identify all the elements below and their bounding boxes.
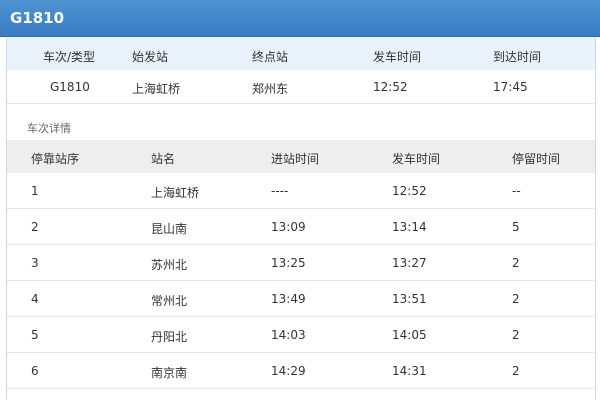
station-name: 苏州北	[151, 258, 188, 272]
station-name: 昆山南	[151, 222, 188, 236]
summary-arrive-time: 17:45	[493, 80, 528, 94]
details-col-depart-time: 发车时间	[392, 152, 441, 166]
stop-duration: 2	[512, 328, 520, 342]
summary-col-train-type: 车次/类型	[43, 50, 96, 64]
station-name: 丹阳北	[151, 330, 188, 344]
stop-duration: --	[512, 184, 521, 198]
depart-time: 13:51	[392, 292, 427, 306]
arrive-time: 14:03	[271, 328, 306, 342]
stop-duration: 2	[512, 292, 520, 306]
summary-destination-station: 郑州东	[252, 82, 289, 96]
summary-train-number: G1810	[50, 80, 90, 94]
table-row[interactable]: 6 南京南 14:29 14:31 2	[7, 353, 595, 389]
stop-duration: 5	[512, 220, 520, 234]
details-section-label: 车次详情	[27, 122, 71, 135]
stop-order: 3	[31, 256, 39, 270]
stop-duration: 2	[512, 256, 520, 270]
arrive-time: 13:25	[271, 256, 306, 270]
table-row[interactable]: 1 上海虹桥 ---- 12:52 --	[7, 173, 595, 209]
depart-time: 13:27	[392, 256, 427, 270]
arrive-time: 13:09	[271, 220, 306, 234]
station-name: 上海虹桥	[151, 186, 200, 200]
stop-order: 1	[31, 184, 39, 198]
stop-duration: 2	[512, 364, 520, 378]
page-title: G1810	[10, 9, 65, 27]
summary-row[interactable]: G1810 上海虹桥 郑州东 12:52 17:45	[7, 70, 595, 104]
table-row[interactable]: 2 昆山南 13:09 13:14 5	[7, 209, 595, 245]
table-row[interactable]: 5 丹阳北 14:03 14:05 2	[7, 317, 595, 353]
stop-order: 6	[31, 364, 39, 378]
arrive-time: 14:29	[271, 364, 306, 378]
depart-time: 12:52	[392, 184, 427, 198]
details-col-stop-duration: 停留时间	[512, 152, 561, 166]
arrive-time: 13:49	[271, 292, 306, 306]
arrive-time: ----	[271, 184, 289, 198]
summary-header-row: 车次/类型 始发站 终点站 发车时间 到达时间	[7, 38, 595, 70]
summary-col-arrive-time: 到达时间	[493, 50, 542, 64]
summary-origin-station: 上海虹桥	[132, 82, 181, 96]
station-name: 南京南	[151, 366, 188, 380]
details-col-arrive-time: 进站时间	[271, 152, 320, 166]
details-col-stop-order: 停靠站序	[31, 152, 80, 166]
summary-col-depart-time: 发车时间	[373, 50, 422, 64]
stop-order: 2	[31, 220, 39, 234]
details-header-row: 停靠站序 站名 进站时间 发车时间 停留时间	[7, 140, 595, 173]
title-bar: G1810	[0, 0, 600, 37]
table-row[interactable]: 4 常州北 13:49 13:51 2	[7, 281, 595, 317]
station-name: 常州北	[151, 294, 188, 308]
stop-order: 4	[31, 292, 39, 306]
summary-col-destination: 终点站	[252, 50, 289, 64]
depart-time: 14:05	[392, 328, 427, 342]
summary-col-origin: 始发站	[132, 50, 169, 64]
summary-depart-time: 12:52	[373, 80, 408, 94]
depart-time: 14:31	[392, 364, 427, 378]
depart-time: 13:14	[392, 220, 427, 234]
details-col-station-name: 站名	[151, 152, 176, 166]
stop-order: 5	[31, 328, 39, 342]
table-row[interactable]: 3 苏州北 13:25 13:27 2	[7, 245, 595, 281]
train-info-panel: 车次/类型 始发站 终点站 发车时间 到达时间 G1810 上海虹桥 郑州东 1…	[6, 38, 596, 400]
